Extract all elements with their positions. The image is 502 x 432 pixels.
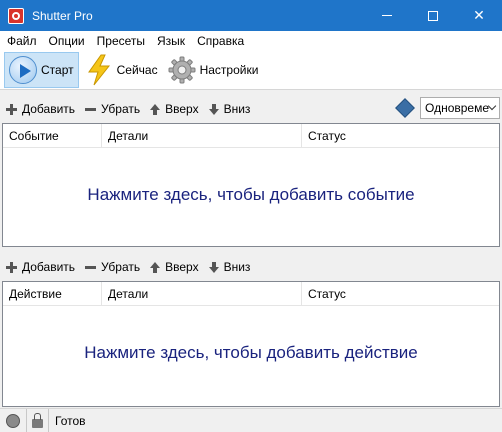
lock-icon (32, 412, 43, 428)
title-bar: Shutter Pro ✕ (0, 0, 502, 31)
events-up-button[interactable]: Вверх (150, 102, 199, 116)
play-icon (9, 55, 37, 84)
events-down-label: Вниз (223, 102, 251, 116)
minimize-button[interactable] (364, 0, 410, 31)
events-empty-message[interactable]: Нажмите здесь, чтобы добавить событие (3, 185, 499, 205)
events-list[interactable]: Событие Детали Статус Нажмите здесь, что… (2, 123, 500, 247)
actions-add-button[interactable]: Добавить (6, 260, 75, 274)
actions-toolbar: Добавить Убрать Вверх Вниз (0, 255, 502, 279)
column-action[interactable]: Действие (3, 282, 102, 305)
actions-empty-message[interactable]: Нажмите здесь, чтобы добавить действие (3, 343, 499, 363)
plus-icon (6, 103, 17, 115)
app-icon (8, 7, 24, 24)
column-event[interactable]: Событие (3, 124, 102, 147)
maximize-icon (428, 10, 438, 21)
actions-add-label: Добавить (22, 260, 76, 274)
menu-help[interactable]: Справка (190, 34, 249, 48)
maximize-button[interactable] (410, 0, 456, 31)
arrow-down-icon (208, 103, 219, 115)
window-title: Shutter Pro (32, 8, 93, 23)
events-remove-label: Убрать (101, 102, 141, 116)
globe-icon (6, 413, 20, 428)
menu-options[interactable]: Опции (42, 34, 90, 48)
actions-down-button[interactable]: Вниз (208, 260, 251, 274)
events-mode-value: Одновреме (425, 101, 490, 115)
lightning-icon (87, 54, 110, 85)
column-details[interactable]: Детали (102, 282, 302, 305)
menu-bar: Файл Опции Пресеты Язык Справка (0, 31, 502, 50)
actions-remove-label: Убрать (101, 260, 141, 274)
actions-list[interactable]: Действие Детали Статус Нажмите здесь, чт… (2, 281, 500, 407)
now-button[interactable]: Сейчас (81, 52, 162, 88)
column-details[interactable]: Детали (102, 124, 302, 147)
status-bar: Готов (0, 408, 502, 432)
actions-down-label: Вниз (223, 260, 251, 274)
start-label: Старт (41, 62, 74, 77)
close-icon: ✕ (473, 7, 485, 23)
events-add-button[interactable]: Добавить (6, 102, 75, 116)
mode-diamond-icon (395, 98, 415, 118)
plus-icon (6, 261, 17, 273)
actions-up-label: Вверх (165, 260, 199, 274)
events-add-label: Добавить (22, 102, 76, 116)
arrow-down-icon (208, 261, 219, 273)
actions-column-header: Действие Детали Статус (3, 282, 499, 306)
arrow-up-icon (150, 261, 161, 273)
events-column-header: Событие Детали Статус (3, 124, 499, 148)
minus-icon (85, 262, 97, 273)
minimize-icon (382, 15, 392, 16)
close-button[interactable]: ✕ (456, 0, 502, 31)
menu-file[interactable]: Файл (0, 34, 42, 48)
column-status[interactable]: Статус (302, 124, 499, 147)
menu-language[interactable]: Язык (150, 34, 190, 48)
settings-button[interactable]: Настройки (164, 52, 263, 88)
start-button[interactable]: Старт (4, 51, 79, 88)
settings-label: Настройки (199, 62, 259, 77)
actions-up-button[interactable]: Вверх (150, 260, 199, 274)
gear-icon (168, 56, 196, 83)
minus-icon (85, 104, 97, 115)
events-up-label: Вверх (165, 102, 199, 116)
events-remove-button[interactable]: Убрать (85, 102, 140, 116)
column-status[interactable]: Статус (302, 282, 499, 305)
main-toolbar: Старт Сейчас Настройки (0, 50, 502, 90)
status-network-cell (0, 408, 27, 432)
events-down-button[interactable]: Вниз (208, 102, 251, 116)
events-mode-select[interactable]: Одновреме (420, 97, 500, 119)
now-label: Сейчас (116, 62, 158, 77)
status-text: Готов (55, 413, 86, 428)
events-mode-area: Одновреме (395, 97, 500, 119)
status-lock-cell (27, 408, 49, 432)
actions-remove-button[interactable]: Убрать (85, 260, 140, 274)
menu-presets[interactable]: Пресеты (90, 34, 150, 48)
arrow-up-icon (150, 103, 161, 115)
